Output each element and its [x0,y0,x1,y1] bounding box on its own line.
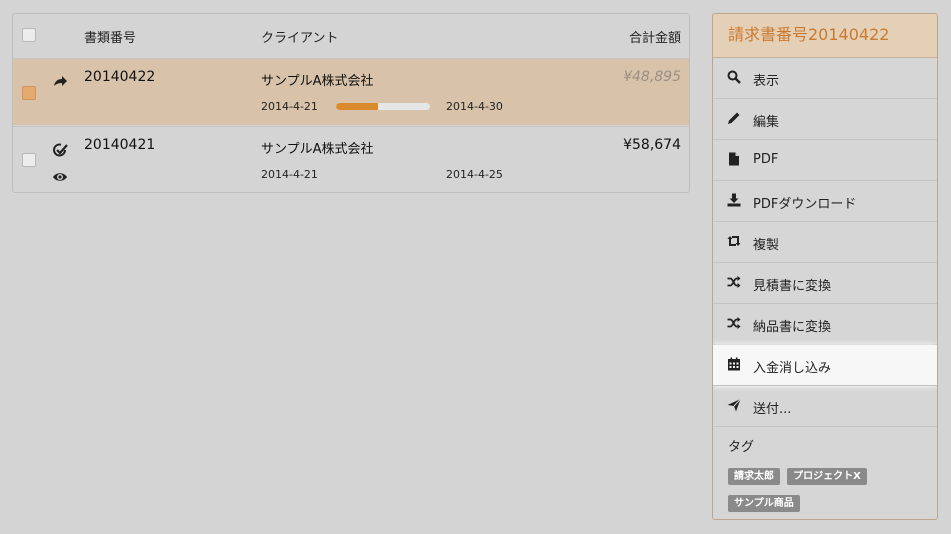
amount: ¥48,895 [623,69,681,85]
menu-label: 送付... [753,402,792,417]
menu-item-send[interactable]: 送付... [713,386,937,427]
select-all-checkbox[interactable] [22,28,36,42]
tag[interactable]: サンプル商品 [728,495,800,512]
eye-icon [53,173,67,181]
start-date: 2014-4-21 [261,168,318,181]
invoice-table: 書類番号 クライアント 合計金額 20140422 サンプルA株式会社 2014… [12,13,690,193]
menu-label: PDFダウンロード [753,197,857,212]
invoice-number[interactable]: 20140422 [84,69,155,85]
client-name[interactable]: サンプルA株式会社 [261,70,374,89]
header-number[interactable]: 書類番号 [84,27,136,46]
progress-bar [336,103,430,110]
progress-fill [336,103,379,110]
table-header: 書類番号 クライアント 合計金額 [13,14,689,59]
file-icon [729,152,739,166]
menu-item-pdf-download[interactable]: PDFダウンロード [713,181,937,222]
menu-label: 納品書に変換 [753,320,832,335]
header-total[interactable]: 合計金額 [629,27,681,46]
menu-item-pdf[interactable]: PDF [713,140,937,181]
menu-label: 入金消し込み [753,361,832,376]
check-circle-icon [53,143,68,157]
tag[interactable]: プロジェクトX [787,468,867,485]
invoice-action-panel: 請求書番号20140422 表示 編集 PDF PDFダウンロード 複製 見積書… [712,13,938,520]
tags-section: タグ 請求太郎 プロジェクトX サンプル商品 [713,427,937,518]
table-row[interactable]: 20140422 サンプルA株式会社 2014-4-21 2014-4-30 ¥… [13,59,689,125]
menu-item-payment-reconcile[interactable]: 入金消し込み [713,345,937,386]
shuffle-icon [727,276,741,288]
download-icon [727,193,741,207]
tag-list: 請求太郎 プロジェクトX サンプル商品 [728,464,908,518]
table-row[interactable]: 20140421 サンプルA株式会社 2014-4-21 2014-4-25 ¥… [13,126,689,192]
amount: ¥58,674 [623,137,681,153]
row-checkbox[interactable] [22,153,36,167]
panel-title: 請求書番号20140422 [713,14,937,58]
shuffle-icon [727,317,741,329]
menu-label: 見積書に変換 [753,279,832,294]
end-date: 2014-4-30 [446,100,503,113]
start-date: 2014-4-21 [261,100,318,113]
client-name[interactable]: サンプルA株式会社 [261,138,374,157]
end-date: 2014-4-25 [446,168,503,181]
menu-item-convert-delivery[interactable]: 納品書に変換 [713,304,937,345]
calendar-icon [728,357,740,371]
tags-title: タグ [728,440,755,455]
menu-label: 複製 [753,238,780,253]
send-icon [727,398,741,412]
search-icon [727,70,741,84]
invoice-number[interactable]: 20140421 [84,137,155,153]
tag[interactable]: 請求太郎 [728,468,780,485]
menu-item-duplicate[interactable]: 複製 [713,222,937,263]
pencil-icon [728,112,740,124]
menu-label: PDF [753,152,779,167]
menu-item-view[interactable]: 表示 [713,58,937,99]
menu-label: 表示 [753,74,780,89]
header-client[interactable]: クライアント [261,27,338,46]
retweet-icon [727,236,741,246]
share-arrow-icon [54,76,67,86]
row-checkbox[interactable] [22,86,36,100]
menu-item-convert-estimate[interactable]: 見積書に変換 [713,263,937,304]
menu-label: 編集 [753,115,780,130]
menu-item-edit[interactable]: 編集 [713,99,937,140]
